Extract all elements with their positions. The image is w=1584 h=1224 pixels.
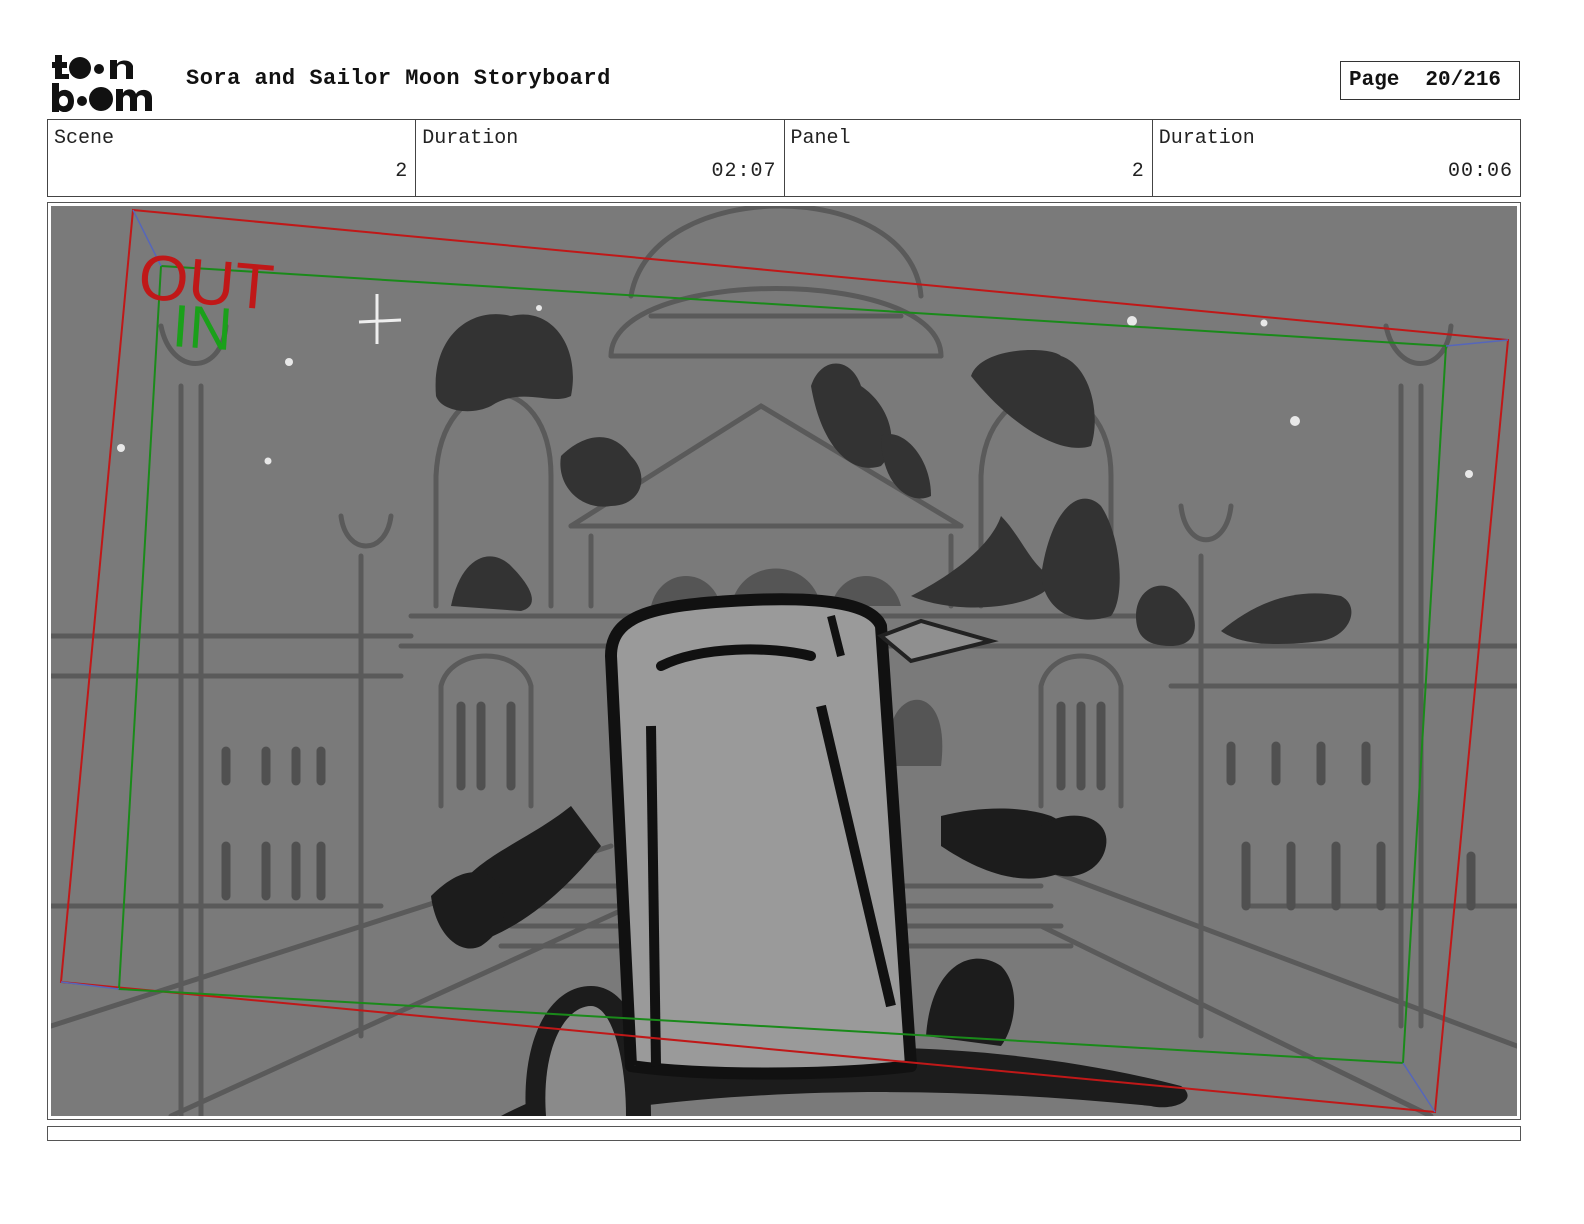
- scene-cell: Scene 2: [48, 120, 417, 196]
- page-number: 20/216: [1425, 69, 1502, 92]
- page-indicator: Page 20/216: [1340, 61, 1520, 100]
- panel-duration-label: Duration: [1158, 127, 1255, 150]
- panel-duration-cell: Duration 00:06: [1153, 120, 1520, 196]
- panel-duration-value: 00:06: [1447, 160, 1513, 183]
- page-label: Page: [1349, 69, 1400, 92]
- scene-value: 2: [395, 160, 409, 183]
- scene-duration-label: Duration: [422, 127, 519, 150]
- camera-in-label: IN: [170, 292, 235, 363]
- panel-cell: Panel 2: [785, 120, 1153, 196]
- panel-notes-field: [47, 1126, 1521, 1141]
- scene-duration-value: 02:07: [711, 160, 777, 183]
- panel-info-table: Scene 2 Duration 02:07 Panel 2 Duration …: [47, 119, 1521, 197]
- toon-boom-logo: [52, 55, 152, 112]
- panel-sketch: OUT IN: [51, 206, 1517, 1116]
- scene-label: Scene: [54, 127, 115, 150]
- panel-label: Panel: [790, 127, 851, 150]
- panel-value: 2: [1131, 160, 1145, 183]
- storyboard-panel-image: OUT IN: [51, 206, 1517, 1116]
- scene-duration-cell: Duration 02:07: [416, 120, 785, 196]
- document-title: Sora and Sailor Moon Storyboard: [186, 66, 611, 91]
